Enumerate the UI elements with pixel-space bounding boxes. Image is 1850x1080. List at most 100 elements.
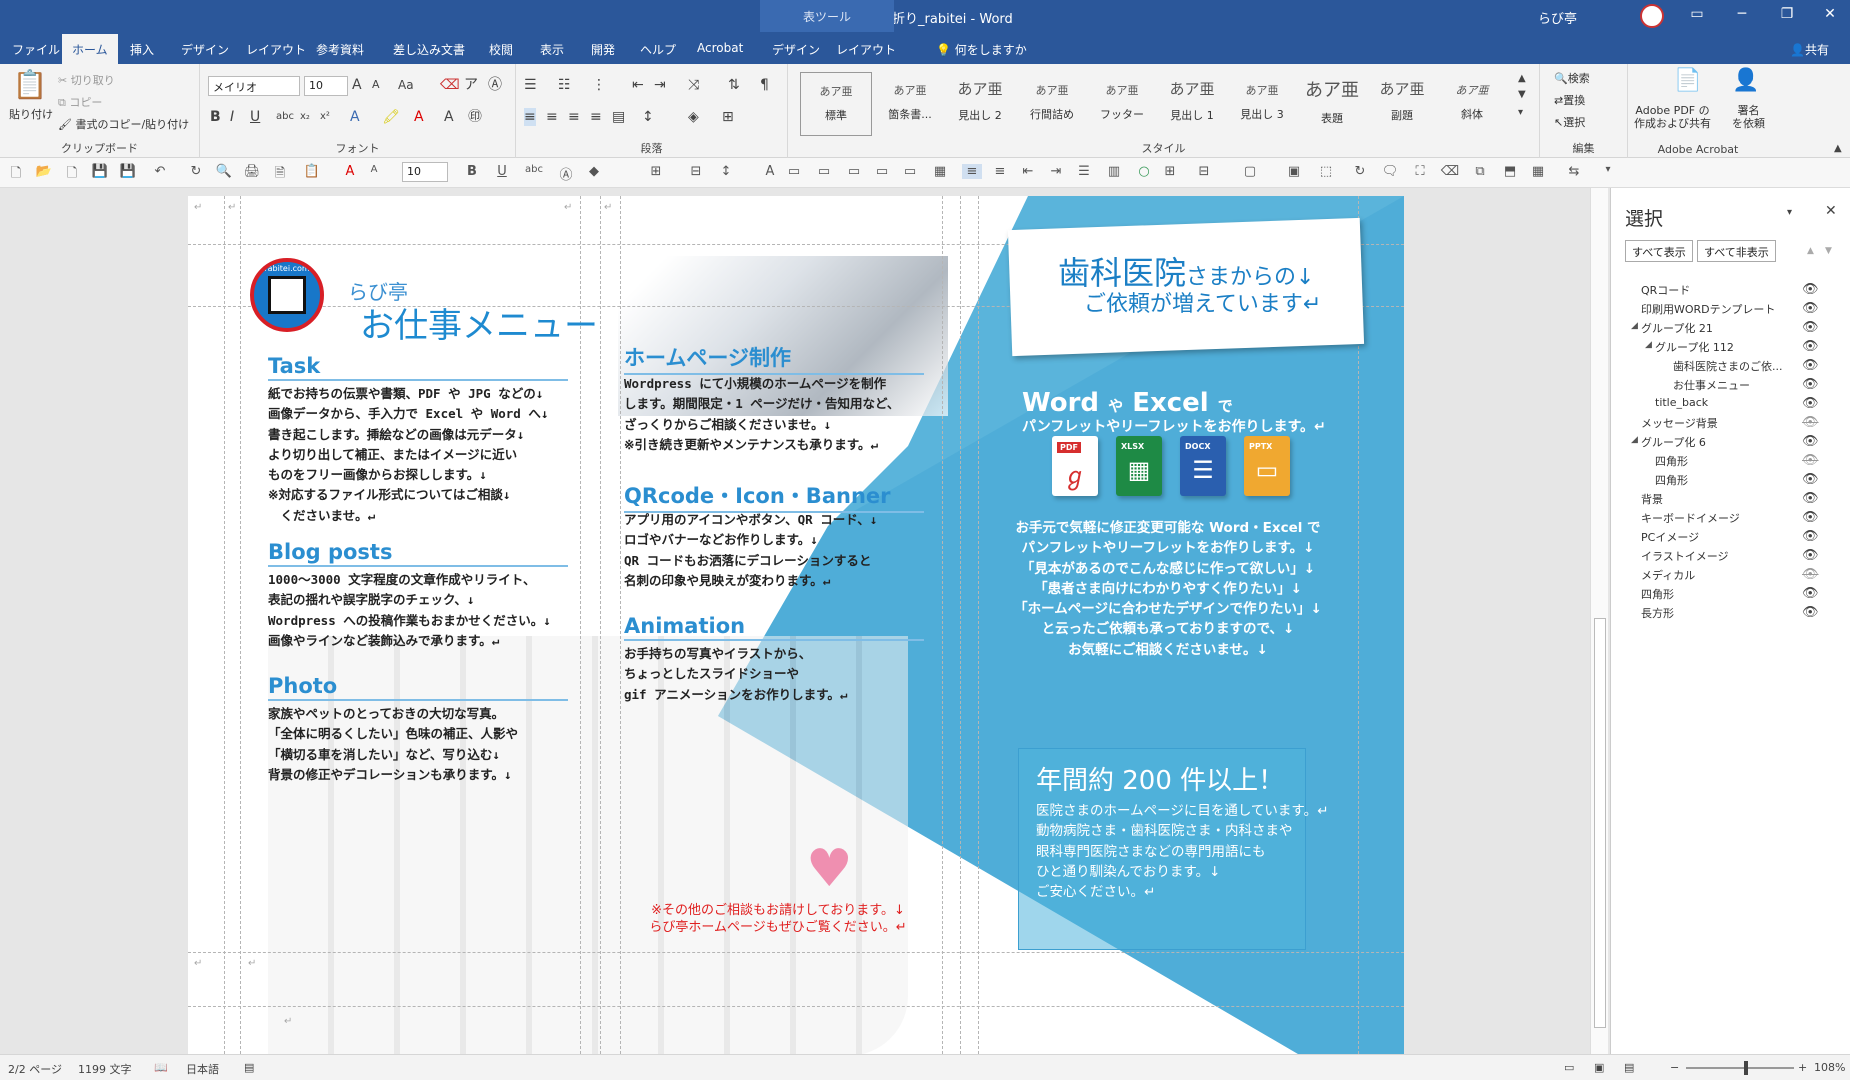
cut-button[interactable]: ✂ 切り取り	[58, 72, 115, 88]
tab-home[interactable]: ホーム	[62, 34, 118, 64]
pane-item[interactable]: メディカル	[1641, 567, 1695, 585]
bold-qat-icon[interactable]: B	[462, 164, 482, 179]
style-footer[interactable]: あア亜 フッター	[1086, 72, 1158, 136]
frame5-qat-icon[interactable]: ▭	[900, 164, 920, 179]
zoom-level[interactable]: 108%	[1814, 1061, 1845, 1074]
distributed-icon[interactable]: ▤	[612, 108, 625, 126]
zoom-out-icon[interactable]: −	[1670, 1061, 1679, 1074]
pane-item[interactable]: 歯科医院さまのご依...	[1673, 358, 1783, 376]
zoom-slider-thumb[interactable]	[1744, 1061, 1748, 1075]
pane-item[interactable]: キーボードイメージ	[1641, 510, 1740, 528]
eye-icon[interactable]: 👁	[1802, 320, 1819, 335]
pane-item[interactable]: メッセージ背景	[1641, 415, 1718, 433]
create-pdf-button[interactable]: Adobe PDF の 作成および共有	[1634, 104, 1711, 130]
eye-icon[interactable]: 👁	[1802, 510, 1819, 525]
list-qat-icon[interactable]: ☰	[1074, 164, 1094, 179]
shape-qat-icon[interactable]: ⬒	[1500, 164, 1520, 179]
char-border-icon[interactable]: Ⓐ	[488, 76, 502, 94]
grow-font-icon[interactable]: A	[352, 76, 362, 94]
font-size-combo[interactable]: 10	[304, 76, 348, 96]
pane-item[interactable]: 背景	[1641, 491, 1663, 509]
style-heading-3[interactable]: あア亜 見出し 3	[1226, 72, 1298, 136]
eye-icon[interactable]: 👁	[1802, 396, 1819, 411]
expand-triangle-icon[interactable]: ◢	[1645, 340, 1652, 350]
line-spacing-icon[interactable]: ↕	[642, 108, 654, 126]
vertical-scrollbar[interactable]	[1590, 188, 1608, 1054]
tab-mailings[interactable]: 差し込み文書	[393, 41, 465, 58]
style-title[interactable]: あア亜 表題	[1296, 72, 1368, 136]
pane-item[interactable]: 四角形	[1655, 472, 1688, 490]
find-qat-icon[interactable]: A	[760, 164, 780, 179]
document-page[interactable]: ↵ ↵ ↵ ↵ ↵ ↵ ↵ rabitei.com らび亭 お仕事メニュー Ta…	[188, 196, 1404, 1054]
heart-illustration[interactable]: ♥	[806, 843, 853, 895]
rotate-qat-icon[interactable]: ↻	[1350, 164, 1370, 179]
indent2-qat-icon[interactable]: ⇥	[1046, 164, 1066, 179]
textbox-qat-icon[interactable]: Ⓐ	[556, 164, 576, 183]
style-no-spacing[interactable]: あア亜 行間詰め	[1016, 72, 1088, 136]
styles-more-icon[interactable]: ▾	[1518, 104, 1523, 122]
tab-review[interactable]: 校閲	[489, 41, 513, 58]
fill-qat-icon[interactable]: ◆	[584, 164, 604, 179]
compare-qat-icon[interactable]: ⇆	[1564, 164, 1584, 179]
shrink-font-icon[interactable]: A	[372, 76, 380, 94]
eye-hidden-icon[interactable]: 👁	[1802, 453, 1819, 468]
borders-qat-icon[interactable]: ⊟	[686, 164, 706, 179]
eye-icon[interactable]: 👁	[1802, 529, 1819, 544]
docx-file-icon[interactable]: DOCX ☰	[1180, 436, 1226, 496]
style-subtitle[interactable]: あア亜 副題	[1366, 72, 1438, 136]
underline-qat-icon[interactable]: U	[492, 164, 512, 179]
image-qat-icon[interactable]: ▣	[1284, 164, 1304, 179]
strike-qat-icon[interactable]: abc	[524, 164, 544, 175]
save-as-icon[interactable]: 💾	[118, 164, 138, 179]
eye-icon[interactable]: 👁	[1802, 605, 1819, 620]
frame2-qat-icon[interactable]: ▭	[814, 164, 834, 179]
style-bullets[interactable]: あア亜 箇条書...	[874, 72, 946, 136]
subscript-icon[interactable]: x₂	[300, 108, 310, 126]
macro-icon[interactable]: ▤	[244, 1061, 254, 1074]
expand-triangle-icon[interactable]: ◢	[1631, 435, 1638, 445]
xlsx-file-icon[interactable]: XLSX ▦	[1116, 436, 1162, 496]
pane-item[interactable]: イラストイメージ	[1641, 548, 1729, 566]
superscript-icon[interactable]: x²	[320, 108, 330, 126]
align-right-icon[interactable]: ≡	[568, 108, 580, 126]
style-italic[interactable]: あア亜 斜体	[1436, 72, 1508, 136]
font-size-qat-combo[interactable]: 10	[402, 162, 448, 182]
tab-file[interactable]: ファイル	[12, 41, 60, 58]
highlight-icon[interactable]: 🖍	[382, 108, 400, 126]
circle-qat-icon[interactable]: ○	[1134, 164, 1154, 179]
eye-icon[interactable]: 👁	[1802, 358, 1819, 373]
sign-request-icon[interactable]: 👤	[1732, 70, 1759, 92]
menu-title[interactable]: お仕事メニュー	[360, 298, 598, 347]
qr-code-logo[interactable]: rabitei.com	[250, 258, 324, 332]
pane-item[interactable]: 印刷用WORDテンプレート	[1641, 301, 1775, 319]
eye-icon[interactable]: 👁	[1802, 472, 1819, 487]
close-icon[interactable]: ✕	[1818, 6, 1842, 22]
font-color-icon[interactable]: A	[414, 108, 424, 126]
blank-icon[interactable]: 🗋	[62, 164, 82, 186]
comment-qat-icon[interactable]: 🗨	[1380, 164, 1400, 179]
expand-triangle-icon[interactable]: ◢	[1631, 321, 1638, 331]
align-left-icon[interactable]: ≡	[524, 108, 536, 126]
group-qat-icon[interactable]: ⧉	[1470, 164, 1490, 179]
style-heading-1[interactable]: あア亜 見出し 1	[1156, 72, 1228, 136]
tab-table-layout[interactable]: レイアウト	[836, 41, 896, 58]
grid-qat-icon[interactable]: ▦	[930, 164, 950, 179]
wrap-qat-icon[interactable]: ⬚	[1316, 164, 1336, 179]
style-heading-2[interactable]: あア亜 見出し 2	[944, 72, 1016, 136]
tab-acrobat[interactable]: Acrobat	[697, 41, 743, 55]
print-preview-icon[interactable]: 🔍	[214, 164, 234, 179]
crop-qat-icon[interactable]: ⛶	[1410, 164, 1430, 179]
eye-icon[interactable]: 👁	[1802, 282, 1819, 297]
proofing-icon[interactable]: 📖	[154, 1061, 168, 1074]
format-painter-button[interactable]: 🖌 書式のコピー/貼り付け	[58, 116, 189, 132]
restore-icon[interactable]: ❐	[1775, 6, 1799, 22]
bullets-icon[interactable]: ☰	[524, 76, 537, 94]
pane-item[interactable]: 長方形	[1641, 605, 1674, 623]
tab-references[interactable]: 参考資料	[316, 41, 364, 58]
eye-icon[interactable]: 👁	[1802, 548, 1819, 563]
eye-hidden-icon[interactable]: 👁	[1802, 567, 1819, 582]
show-all-button[interactable]: すべて表示	[1625, 240, 1693, 262]
pane-item[interactable]: PCイメージ	[1641, 529, 1699, 547]
print-layout-icon[interactable]: ▣	[1594, 1061, 1604, 1074]
borders-icon[interactable]: ⊞	[722, 108, 734, 126]
